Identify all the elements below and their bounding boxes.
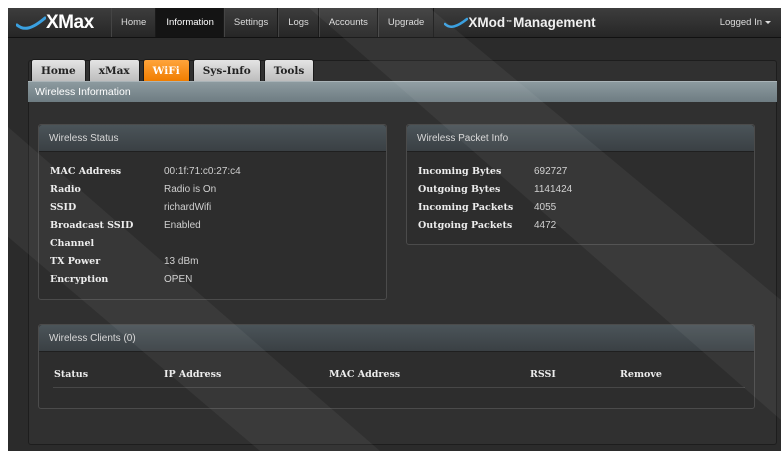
row-key: Encryption [50,274,109,285]
packet-row-outgoing-packets: Outgoing Packets 4472 [418,220,556,231]
status-row-tx-power: TX Power 13 dBm [50,256,198,267]
nav-label: Home [121,17,147,28]
tab-xmax[interactable]: xMax [88,59,140,81]
logged-in-label: Logged In [719,17,762,28]
wireless-clients-box: Wireless Clients (0) Status IP Address M… [38,324,755,409]
top-navbar: XMax Home Information Settings Logs Acco… [8,8,781,38]
tab-label: Tools [273,64,305,77]
row-value: 1141424 [534,184,573,195]
row-key: Outgoing Bytes [418,184,501,195]
row-value: Radio is On [164,184,217,195]
row-key: Broadcast SSID [50,220,134,231]
management-label: Management [513,15,596,30]
nav-item-upgrade[interactable]: Upgrade [377,8,435,37]
row-key: SSID [50,202,77,213]
row-key: Incoming Packets [418,202,514,213]
logged-in-menu[interactable]: Logged In [720,8,781,37]
tab-home[interactable]: Home [31,59,86,81]
table-divider [53,387,745,388]
packet-row-incoming-packets: Incoming Packets 4055 [418,202,556,213]
wireless-status-title: Wireless Status [39,125,386,152]
tab-label: Home [41,64,76,77]
nav-item-accounts[interactable]: Accounts [318,8,378,37]
tab-tools[interactable]: Tools [263,59,315,81]
status-row-mac: MAC Address 00:1f:71:c0:27:c4 [50,166,241,177]
brand-name: XMax [46,11,94,33]
packet-row-outgoing-bytes: Outgoing Bytes 1141424 [418,184,572,195]
swoosh-icon [444,17,469,28]
row-key: MAC Address [50,166,122,177]
tab-sys-info[interactable]: Sys-Info [192,59,261,81]
status-row-channel: Channel [50,238,164,249]
nav-label: Settings [233,17,269,28]
trademark: ™ [506,19,513,26]
row-key: TX Power [50,256,101,267]
col-ip-address: IP Address [164,369,222,380]
wireless-status-box: Wireless Status MAC Address 00:1f:71:c0:2… [38,124,387,300]
nav-label: Accounts [328,17,368,28]
col-mac-address: MAC Address [329,369,401,380]
col-rssi: RSSI [530,369,556,380]
row-value: 692727 [534,166,568,177]
brand-logo[interactable]: XMax [8,8,111,37]
status-row-encryption: Encryption OPEN [50,274,192,285]
nav-item-information[interactable]: Information [156,8,224,37]
tab-label: WiFi [152,64,180,77]
row-value: richardWifi [164,202,212,213]
nav-label: Upgrade [387,17,425,28]
row-value: 00:1f:71:c0:27:c4 [164,166,241,177]
tab-label: xMax [98,64,130,77]
xmod-label: XMod [468,15,506,30]
status-row-radio: Radio Radio is On [50,184,216,195]
row-value: OPEN [164,274,193,285]
row-key: Outgoing Packets [418,220,513,231]
col-status: Status [54,369,89,380]
nav-item-logs[interactable]: Logs [278,8,319,37]
nav-label: Logs [288,17,309,28]
row-value: 13 dBm [164,256,199,267]
nav-label: Information [166,17,214,28]
packet-row-incoming-bytes: Incoming Bytes 692727 [418,166,567,177]
row-key: Channel [50,238,95,249]
status-row-ssid: SSID richardWifi [50,202,211,213]
tab-bar: Home xMax WiFi Sys-Info Tools [31,59,315,81]
section-title: Wireless Information [28,81,777,102]
packet-info-box: Wireless Packet Info Incoming Bytes 69272… [406,124,755,245]
col-remove: Remove [620,369,662,380]
row-key: Radio [50,184,81,195]
wireless-clients-title: Wireless Clients (0) [39,325,754,352]
caret-down-icon [765,21,771,24]
packet-info-title: Wireless Packet Info [407,125,754,152]
nav-item-home[interactable]: Home [111,8,157,37]
main-area: Home xMax WiFi Sys-Info Tools Wireless I… [8,38,781,451]
tab-label: Sys-Info [202,64,251,77]
xmod-management-logo: XMod ™ Management [444,8,596,37]
swoosh-icon [16,16,46,30]
row-value: 4472 [534,220,557,231]
status-row-broadcast-ssid: Broadcast SSID Enabled [50,220,201,231]
row-value: 4055 [534,202,557,213]
nav-item-settings[interactable]: Settings [223,8,279,37]
tab-wifi[interactable]: WiFi [142,59,190,81]
row-key: Incoming Bytes [418,166,502,177]
row-value: Enabled [164,220,201,231]
